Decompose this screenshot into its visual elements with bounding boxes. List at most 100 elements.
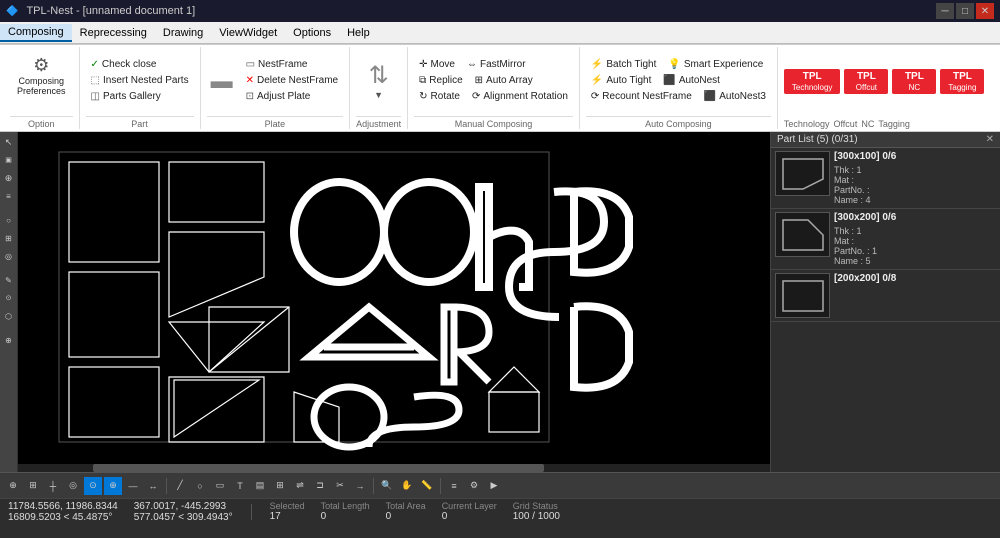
toolbar-circle-btn[interactable]: ○ xyxy=(191,477,209,495)
composing-preferences-button[interactable]: ⚙ Composing Preferences xyxy=(10,51,73,111)
part-item-2[interactable]: [300x200] 0/6 Thk : 1 Mat : PartNo. : 1 … xyxy=(771,209,1000,270)
left-panel: ↖ ▣ ⊕ ≡ ○ ⊞ ◎ ✎ ⊙ ⬡ ⊕ xyxy=(0,132,18,472)
smart-experience-icon: 💡 xyxy=(668,59,680,70)
smart-experience-button[interactable]: 💡 Smart Experience xyxy=(663,57,768,72)
coord-field-2: 367.0017, -445.2993 577.0457 < 309.4943° xyxy=(134,501,233,523)
menu-composing[interactable]: Composing xyxy=(0,24,72,42)
toolbar-zoom-btn[interactable]: 🔍 xyxy=(378,477,396,495)
autonest-button[interactable]: ⬛ AutoNest xyxy=(658,73,725,88)
tagging-tpl-button[interactable]: TPL Tagging xyxy=(940,69,984,94)
ribbon: ⚙ Composing Preferences Option ✓ Check c… xyxy=(0,44,1000,132)
toolbar-pan-btn[interactable]: ✋ xyxy=(398,477,416,495)
current-layer-field: Current Layer 0 xyxy=(442,501,497,522)
fastmirror-button[interactable]: ⇔ FastMirror xyxy=(462,57,531,72)
adjust-plate-icon: ⊡ xyxy=(246,91,254,102)
canvas-area[interactable] xyxy=(18,132,770,472)
delete-nestframe-label: Delete NestFrame xyxy=(257,75,338,86)
zoom-tool[interactable]: ⊕ xyxy=(1,332,17,348)
menu-options[interactable]: Options xyxy=(285,25,339,41)
toolbar-ortho-btn[interactable]: ┼ xyxy=(44,477,62,495)
close-button[interactable]: ✕ xyxy=(976,3,994,19)
rotate-icon: ↻ xyxy=(419,91,427,102)
toolbar-cmdline-btn[interactable]: ▶ xyxy=(485,477,503,495)
part-items: ✓ Check close ⬚ Insert Nested Parts ◫ Pa… xyxy=(86,47,194,114)
menu-viewwidget[interactable]: ViewWidget xyxy=(211,25,285,41)
manual-items: ✛ Move ⇔ FastMirror ⧉ Replice ⊞ xyxy=(414,47,573,114)
h-scrollbar[interactable] xyxy=(18,464,770,472)
ribbon-group-auto: ⚡ Batch Tight 💡 Smart Experience ⚡ Auto … xyxy=(580,47,778,129)
adjustment-label: Adjustment xyxy=(356,116,401,129)
ribbon-group-option: ⚙ Composing Preferences Option xyxy=(4,47,80,129)
tool-8[interactable]: ✎ xyxy=(1,272,17,288)
tool-10[interactable]: ⬡ xyxy=(1,308,17,324)
bottom-toolbar: ⊕ ⊞ ┼ ◎ ⊙ ⊕ — ↔ ╱ ○ ▭ T ▤ ⊞ ⇌ ⊐ ✂ → 🔍 ✋ … xyxy=(0,472,1000,498)
parts-gallery-button[interactable]: ◫ Parts Gallery xyxy=(86,89,166,104)
alignment-rotation-button[interactable]: ⟳ Alignment Rotation xyxy=(467,89,573,104)
select-tool[interactable]: ↖ xyxy=(1,134,17,150)
nestframe-button[interactable]: ▭ NestFrame xyxy=(241,57,344,72)
toolbar-lineweight-btn[interactable]: — xyxy=(124,477,142,495)
part-label: Part xyxy=(86,116,194,129)
coord-field-1: 11784.5566, 11986.8344 16809.5203 < 45.4… xyxy=(8,501,118,523)
toolbar-hatch-btn[interactable]: ▤ xyxy=(251,477,269,495)
total-length-val: 0 xyxy=(321,511,370,522)
insert-nested-button[interactable]: ⬚ Insert Nested Parts xyxy=(86,73,194,88)
toolbar-dim-btn[interactable]: ↔ xyxy=(144,477,162,495)
auto-tight-button[interactable]: ⚡ Auto Tight xyxy=(586,73,656,88)
offcut-tpl-button[interactable]: TPL Offcut xyxy=(844,69,888,94)
part-item-1[interactable]: [300x100] 0/6 Thk : 1 Mat : PartNo. : Na… xyxy=(771,148,1000,209)
tool-6[interactable]: ⊞ xyxy=(1,230,17,246)
auto-array-icon: ⊞ xyxy=(475,75,483,86)
part-item-3[interactable]: [200x200] 0/8 xyxy=(771,270,1000,322)
tool-9[interactable]: ⊙ xyxy=(1,290,17,306)
total-length-label: Total Length xyxy=(321,501,370,511)
adjust-plate-button[interactable]: ⊡ Adjust Plate xyxy=(241,89,344,104)
toolbar-extend-btn[interactable]: → xyxy=(351,477,369,495)
maximize-button[interactable]: □ xyxy=(956,3,974,19)
toolbar-offset-btn[interactable]: ⊐ xyxy=(311,477,329,495)
option-label: Option xyxy=(10,116,73,129)
toolbar-otrack-btn[interactable]: ⊕ xyxy=(104,477,122,495)
minimize-button[interactable]: ─ xyxy=(936,3,954,19)
toolbar-rect-btn[interactable]: ▭ xyxy=(211,477,229,495)
tool-4[interactable]: ≡ xyxy=(1,188,17,204)
title-bar: 🔷 TPL-Nest - [unnamed document 1] ─ □ ✕ xyxy=(0,0,1000,22)
toolbar-measure-btn[interactable]: 📏 xyxy=(418,477,436,495)
tool-5[interactable]: ○ xyxy=(1,212,17,228)
menu-reprecessing[interactable]: Reprecessing xyxy=(72,25,155,41)
toolbar-props-btn[interactable]: ⚙ xyxy=(465,477,483,495)
auto-array-label: Auto Array xyxy=(486,75,533,86)
check-close-button[interactable]: ✓ Check close xyxy=(86,57,162,72)
auto-array-button[interactable]: ⊞ Auto Array xyxy=(470,73,538,88)
recount-button[interactable]: ⟳ Recount NestFrame xyxy=(586,89,697,104)
coord-val-3: 367.0017, -445.2993 xyxy=(134,501,233,512)
toolbar-layer-btn[interactable]: ≡ xyxy=(445,477,463,495)
toolbar-polar-btn[interactable]: ◎ xyxy=(64,477,82,495)
part-thumb-2 xyxy=(775,212,830,257)
tool-3[interactable]: ⊕ xyxy=(1,170,17,186)
coord-val-1: 11784.5566, 11986.8344 xyxy=(8,501,118,512)
nc-tpl-button[interactable]: TPL NC xyxy=(892,69,936,94)
move-button[interactable]: ✛ Move xyxy=(414,57,460,72)
auto-items: ⚡ Batch Tight 💡 Smart Experience ⚡ Auto … xyxy=(586,47,771,114)
part-list-close-button[interactable]: ✕ xyxy=(986,134,994,145)
menu-drawing[interactable]: Drawing xyxy=(155,25,211,41)
replice-button[interactable]: ⧉ Replice xyxy=(414,73,468,88)
toolbar-osnap-btn[interactable]: ⊙ xyxy=(84,477,102,495)
technology-tpl-button[interactable]: TPL Technology xyxy=(784,69,840,94)
batch-tight-button[interactable]: ⚡ Batch Tight xyxy=(586,57,661,72)
toolbar-trim-btn[interactable]: ✂ xyxy=(331,477,349,495)
tool-2[interactable]: ▣ xyxy=(1,152,17,168)
autonest3-button[interactable]: ⬛ AutoNest3 xyxy=(699,89,771,104)
delete-nestframe-button[interactable]: ✕ Delete NestFrame xyxy=(241,73,344,88)
autonest3-icon: ⬛ xyxy=(704,91,716,102)
menu-help[interactable]: Help xyxy=(339,25,378,41)
toolbar-line-btn[interactable]: ╱ xyxy=(171,477,189,495)
toolbar-snap-btn[interactable]: ⊕ xyxy=(4,477,22,495)
toolbar-text-btn[interactable]: T xyxy=(231,477,249,495)
toolbar-mirror-btn[interactable]: ⇌ xyxy=(291,477,309,495)
toolbar-array-btn[interactable]: ⊞ xyxy=(271,477,289,495)
rotate-button[interactable]: ↻ Rotate xyxy=(414,89,465,104)
toolbar-grid-btn[interactable]: ⊞ xyxy=(24,477,42,495)
tool-7[interactable]: ◎ xyxy=(1,248,17,264)
